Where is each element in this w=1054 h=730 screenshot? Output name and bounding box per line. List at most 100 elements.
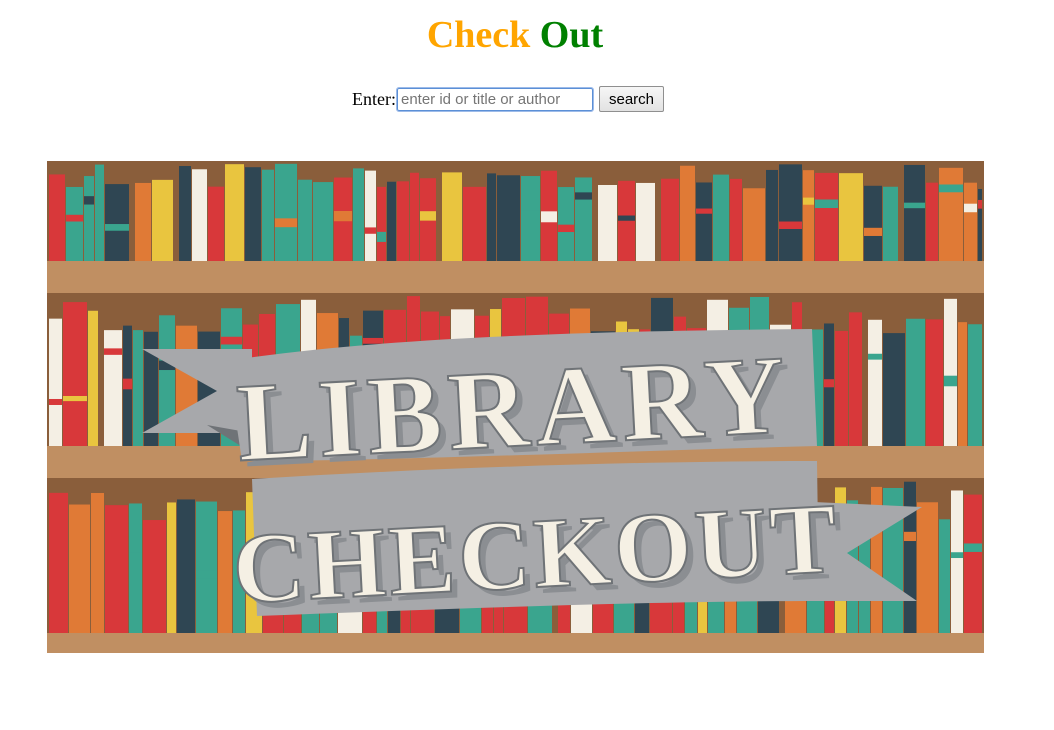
book-band [824, 379, 834, 388]
book-band [618, 215, 635, 221]
book-spine [958, 322, 967, 446]
book-band [868, 353, 882, 360]
book-spine [397, 181, 409, 261]
book-band [558, 224, 574, 233]
enter-label: Enter: [352, 88, 396, 109]
book-spine [377, 186, 386, 261]
book-band [904, 202, 925, 209]
book-spine [105, 505, 128, 633]
book-band [803, 197, 814, 205]
book-spine [815, 172, 838, 261]
book-spine [803, 170, 814, 261]
book-spine [245, 167, 261, 261]
book-spine [558, 187, 574, 261]
book-spine [167, 502, 176, 633]
book-spine [192, 169, 207, 261]
shelf-plank-top [47, 261, 984, 293]
book-spine [766, 169, 778, 261]
book-spine [906, 318, 925, 446]
book-spine [49, 174, 65, 261]
book-band [167, 576, 176, 582]
book-spine [133, 330, 143, 446]
book-band [978, 199, 982, 209]
book-band [575, 192, 592, 200]
title-word-check: Check [426, 14, 531, 56]
book-band [864, 227, 882, 236]
book-band [105, 224, 129, 231]
book-spine [883, 186, 898, 261]
book-band [779, 221, 802, 229]
book-band [815, 199, 838, 209]
book-spine [926, 182, 938, 261]
book-spine [313, 182, 333, 261]
book-spine [463, 186, 486, 261]
book-spine [575, 177, 592, 261]
book-spine [904, 164, 925, 261]
book-spine [864, 185, 882, 261]
book-spine [868, 319, 882, 446]
book-band [49, 398, 62, 405]
book-spine [152, 179, 173, 261]
banner-illustration: LIBRARY LIBRARY CHECKOUT CHECKOUT [47, 163, 984, 653]
book-band [275, 218, 297, 228]
book-spine [105, 184, 129, 261]
book-spine [129, 503, 142, 633]
book-spine [917, 502, 938, 633]
shelf-plank-bottom [47, 633, 984, 653]
book-band [521, 210, 540, 222]
book-spine [978, 188, 982, 261]
book-spine [964, 182, 977, 261]
book-band [926, 393, 943, 403]
book-spine [849, 312, 862, 446]
book-spine [713, 174, 729, 261]
book-spine [49, 492, 68, 633]
book-spine [298, 179, 312, 261]
book-spine [926, 319, 943, 446]
book-band [196, 570, 217, 579]
book-spine [275, 163, 297, 261]
book-band [104, 348, 122, 355]
book-band [365, 227, 376, 234]
search-row: Enter: search [352, 85, 665, 113]
book-spine [49, 318, 62, 446]
book-spine [410, 172, 419, 261]
book-band [49, 567, 68, 573]
book-spine [208, 186, 224, 261]
book-spine [743, 188, 765, 261]
book-spine [636, 182, 655, 261]
book-spine [883, 333, 905, 446]
book-band [129, 552, 142, 560]
book-spine [661, 178, 679, 261]
book-spine [944, 298, 957, 446]
book-spine [442, 172, 462, 261]
book-spine [88, 310, 98, 446]
search-button[interactable]: search [598, 86, 665, 112]
book-spine [262, 169, 274, 261]
book-band [420, 211, 436, 221]
book-spine [839, 173, 863, 261]
book-spine [104, 330, 122, 446]
book-band [363, 337, 383, 344]
library-checkout-banner: LIBRARY LIBRARY CHECKOUT CHECKOUT [47, 161, 984, 653]
book-spine [135, 182, 151, 261]
book-band [377, 231, 386, 242]
book-spine [387, 181, 396, 261]
page-title: Check Out [0, 12, 1030, 58]
book-spine [63, 302, 87, 446]
book-spine [91, 493, 104, 633]
book-spine [939, 519, 950, 633]
book-spine [95, 164, 104, 261]
book-spine [225, 164, 244, 261]
book-spine [66, 186, 83, 261]
book-spine [487, 173, 496, 261]
book-spine [779, 164, 802, 261]
search-input[interactable] [395, 86, 594, 112]
book-spine [680, 165, 695, 261]
book-band [964, 203, 977, 213]
book-spine [964, 494, 982, 633]
book-spine [179, 166, 191, 261]
book-spine [84, 176, 94, 261]
book-spine [196, 501, 217, 633]
book-band [964, 543, 982, 552]
book-spine [939, 167, 963, 261]
